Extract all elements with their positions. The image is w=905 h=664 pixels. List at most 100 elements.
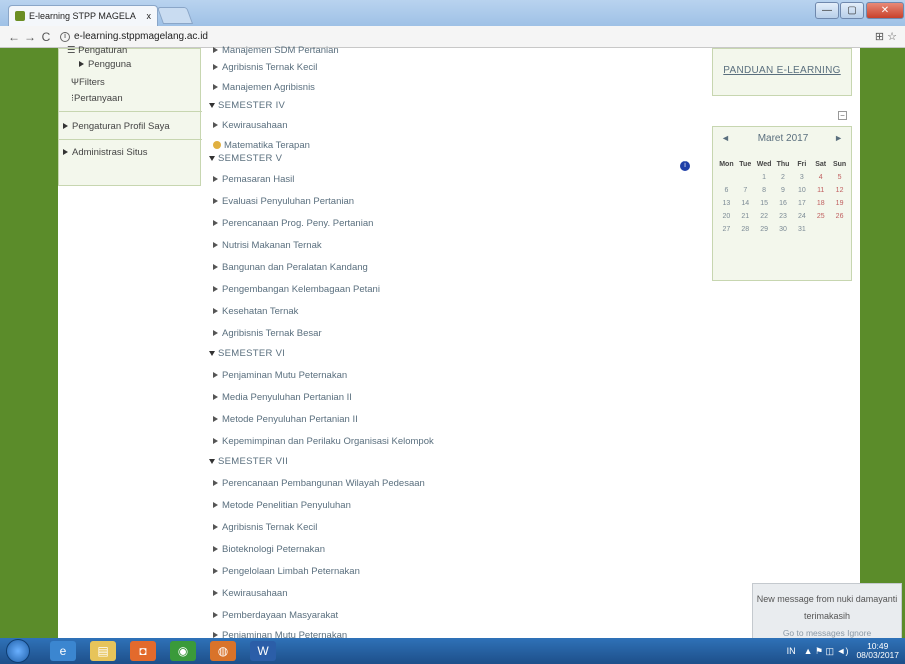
calendar-day[interactable]: 8 <box>755 187 774 194</box>
calendar-day[interactable]: 25 <box>811 213 830 220</box>
course-link[interactable]: Pengembangan Kelembagaan Petani <box>213 284 380 295</box>
course-link[interactable]: Manajemen SDM Pertanian <box>213 45 339 56</box>
calendar-day[interactable]: 16 <box>774 200 793 207</box>
site-info-icon[interactable]: i <box>60 31 70 42</box>
calendar-day[interactable]: 7 <box>736 187 755 194</box>
calendar-day[interactable]: 22 <box>755 213 774 220</box>
course-link[interactable]: Kewirausahaan <box>213 588 288 599</box>
sidebar-item-filters[interactable]: ΨFilters <box>71 77 105 88</box>
calendar-day[interactable]: 2 <box>774 174 793 181</box>
new-tab-button[interactable] <box>156 7 194 24</box>
ie-icon[interactable]: e <box>50 641 76 661</box>
calendar-day[interactable]: 17 <box>792 200 811 207</box>
expand-icon <box>213 122 218 129</box>
calendar-day[interactable]: 13 <box>717 200 736 207</box>
ignore-link[interactable]: Ignore <box>847 628 871 638</box>
firefox-icon[interactable]: ◍ <box>210 641 236 661</box>
course-link[interactable]: Nutrisi Makanan Ternak <box>213 240 322 251</box>
course-link[interactable]: Perencanaan Prog. Peny. Pertanian <box>213 218 373 229</box>
block-collapse-button[interactable]: − <box>838 111 847 120</box>
collapse-icon <box>209 155 215 161</box>
window-maximize-button[interactable]: ▢ <box>840 2 864 19</box>
course-link[interactable]: Kewirausahaan <box>213 120 288 131</box>
clock[interactable]: 10:49 08/03/2017 <box>856 642 899 660</box>
semester-header[interactable]: SEMESTER IV <box>209 100 285 111</box>
course-link[interactable]: Penjaminan Mutu Peternakan <box>213 370 347 381</box>
expand-icon <box>213 286 218 293</box>
calendar-day[interactable]: 23 <box>774 213 793 220</box>
calendar-day[interactable]: 31 <box>792 226 811 233</box>
info-badge-icon[interactable]: i <box>680 161 690 171</box>
calendar-day[interactable]: 27 <box>717 226 736 233</box>
calendar-day-header: Mon <box>719 161 734 168</box>
course-link[interactable]: Media Penyuluhan Pertanian II <box>213 392 352 403</box>
calendar-day[interactable]: 3 <box>792 174 811 181</box>
start-button[interactable] <box>6 639 30 663</box>
calendar-day[interactable]: 12 <box>830 187 849 194</box>
calendar-day[interactable]: 6 <box>717 187 736 194</box>
expand-icon <box>79 61 84 68</box>
window-close-button[interactable]: ✕ <box>866 2 904 19</box>
language-indicator[interactable]: IN <box>787 646 796 656</box>
calendar-day[interactable]: 11 <box>811 187 830 194</box>
bookmark-star-icon[interactable]: ☆ <box>887 31 897 43</box>
calendar-day[interactable]: 10 <box>792 187 811 194</box>
back-icon[interactable]: ← <box>6 30 22 44</box>
forward-icon[interactable]: → <box>22 30 38 44</box>
notification-message: terimakasih <box>803 611 850 621</box>
folder-icon[interactable]: ▤ <box>90 641 116 661</box>
course-link[interactable]: Matematika Terapan <box>213 140 310 151</box>
tray-icons[interactable]: ▲ ⚑ ◫ ◄) <box>804 646 849 657</box>
course-link[interactable]: Bangunan dan Peralatan Kandang <box>213 262 368 273</box>
course-link[interactable]: Pemberdayaan Masyarakat <box>213 610 338 621</box>
chrome-icon[interactable]: ◉ <box>170 641 196 661</box>
calendar-day[interactable]: 18 <box>811 200 830 207</box>
calendar-day[interactable]: 20 <box>717 213 736 220</box>
calendar-day[interactable]: 28 <box>736 226 755 233</box>
calendar-day[interactable]: 26 <box>830 213 849 220</box>
calendar-day[interactable]: 19 <box>830 200 849 207</box>
course-link[interactable]: Agribisnis Ternak Kecil <box>213 522 317 533</box>
semester-header[interactable]: SEMESTER VII <box>209 456 288 467</box>
course-link[interactable]: Metode Penelitian Penyuluhan <box>213 500 351 511</box>
calendar-next-icon[interactable]: ► <box>834 133 843 143</box>
sidebar-item-site-admin[interactable]: Administrasi Situs <box>63 147 148 158</box>
translate-icon[interactable]: ⊞ <box>875 31 884 43</box>
course-link[interactable]: Manajemen Agribisnis <box>213 82 315 93</box>
calendar-day[interactable]: 4 <box>811 174 830 181</box>
office-icon[interactable]: ◘ <box>130 641 156 661</box>
window-minimize-button[interactable]: — <box>815 2 839 19</box>
calendar-day[interactable]: 29 <box>755 226 774 233</box>
course-link[interactable]: Agribisnis Ternak Besar <box>213 328 322 339</box>
sidebar-item-profile-settings[interactable]: Pengaturan Profil Saya <box>63 121 170 132</box>
course-link[interactable]: Metode Penyuluhan Pertanian II <box>213 414 358 425</box>
go-to-messages-link[interactable]: Go to messages <box>783 628 845 638</box>
semester-header[interactable]: SEMESTER VI <box>209 348 285 359</box>
reload-icon[interactable]: C <box>38 30 54 44</box>
url-field[interactable]: i e-learning.stppmagelang.ac.id <box>60 31 208 42</box>
calendar-day[interactable]: 30 <box>774 226 793 233</box>
tab-close-icon[interactable]: x <box>147 11 152 21</box>
course-link[interactable]: Bioteknologi Peternakan <box>213 544 325 555</box>
word-icon[interactable]: W <box>250 641 276 661</box>
course-link[interactable]: Kepemimpinan dan Perilaku Organisasi Kel… <box>213 436 434 447</box>
sidebar-item-pertanyaan[interactable]: ⁝Pertanyaan <box>71 93 123 104</box>
calendar-day[interactable]: 1 <box>755 174 774 181</box>
sidebar-item-pengguna[interactable]: Pengguna <box>79 59 131 70</box>
course-link[interactable]: Agribisnis Ternak Kecil <box>213 62 317 73</box>
sidebar-item-pengaturan[interactable]: ☰ Pengaturan <box>67 45 127 56</box>
semester-header[interactable]: SEMESTER V <box>209 153 282 164</box>
course-link[interactable]: Pengelolaan Limbah Peternakan <box>213 566 360 577</box>
browser-tab[interactable]: E-learning STPP MAGELA x <box>8 5 158 26</box>
course-link[interactable]: Perencanaan Pembangunan Wilayah Pedesaan <box>213 478 425 489</box>
calendar-day[interactable]: 15 <box>755 200 774 207</box>
course-link[interactable]: Kesehatan Ternak <box>213 306 298 317</box>
guide-link[interactable]: PANDUAN E-LEARNING <box>723 65 840 76</box>
calendar-day[interactable]: 5 <box>830 174 849 181</box>
course-link[interactable]: Evaluasi Penyuluhan Pertanian <box>213 196 354 207</box>
calendar-day[interactable]: 9 <box>774 187 793 194</box>
calendar-day[interactable]: 14 <box>736 200 755 207</box>
course-link[interactable]: Pemasaran Hasil <box>213 174 294 185</box>
calendar-day[interactable]: 21 <box>736 213 755 220</box>
calendar-day[interactable]: 24 <box>792 213 811 220</box>
